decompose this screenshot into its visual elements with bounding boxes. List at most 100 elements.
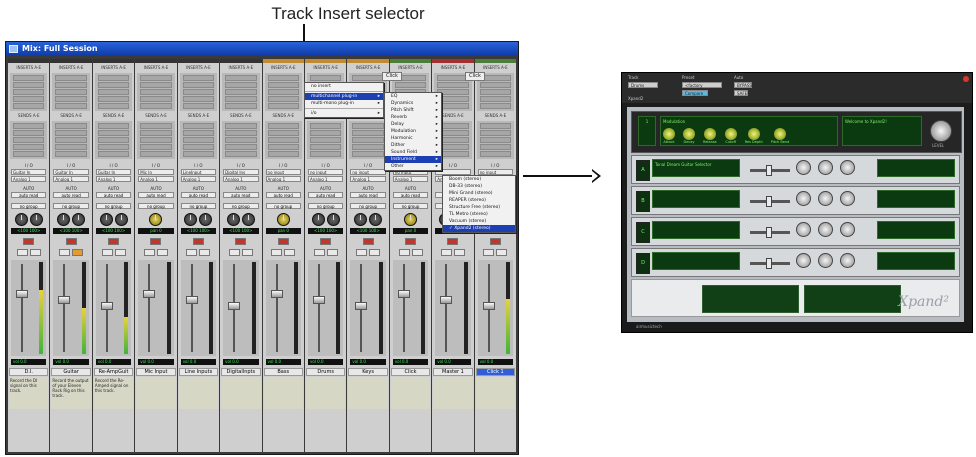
solo-button[interactable] <box>143 249 155 256</box>
track-comment[interactable] <box>433 377 473 409</box>
menu-item-harmonic[interactable]: Harmonic ▸ <box>385 135 441 142</box>
insert-slot[interactable] <box>267 103 299 109</box>
group-selector[interactable]: no group <box>307 203 344 209</box>
menu-item-dynamics[interactable]: Dynamics ▸ <box>385 100 441 107</box>
automation-mode[interactable]: auto read <box>223 192 259 198</box>
send-slot[interactable] <box>267 144 299 150</box>
insert-slot[interactable] <box>55 89 87 95</box>
track-comment[interactable]: Record the DI signal on this track. <box>9 377 49 409</box>
instrument-item[interactable]: Structure Free (stereo) <box>443 204 515 211</box>
insert-slot[interactable] <box>55 103 87 109</box>
group-selector[interactable]: no group <box>180 203 217 209</box>
instrument-item[interactable]: REAPER (stereo) <box>443 197 515 204</box>
send-slot[interactable] <box>225 130 257 136</box>
send-slot[interactable] <box>267 137 299 143</box>
send-slot[interactable] <box>13 151 45 157</box>
rev-knob[interactable] <box>796 191 811 206</box>
track-name[interactable]: DigitalInpts <box>221 368 261 376</box>
record-button[interactable] <box>320 238 332 245</box>
send-slot[interactable] <box>55 130 87 136</box>
send-slot[interactable] <box>182 123 215 129</box>
automation-mode[interactable]: auto read <box>307 192 344 198</box>
send-slot[interactable] <box>97 123 130 129</box>
track-name[interactable]: Click <box>390 368 431 376</box>
pan-knob[interactable] <box>276 213 290 226</box>
menu-item-delay[interactable]: Delay ▸ <box>385 121 441 128</box>
send-slot[interactable] <box>267 130 299 136</box>
send-slot[interactable] <box>182 144 215 150</box>
menu-item-reverb[interactable]: Reverb ▸ <box>385 114 441 121</box>
mod-knob[interactable]: Cutoff <box>724 128 737 144</box>
send-slot[interactable] <box>225 144 257 150</box>
insert-slot[interactable] <box>225 82 257 88</box>
send-slot[interactable] <box>140 137 172 143</box>
track-name[interactable]: Re-AmpGuit <box>93 368 134 376</box>
insert-slot[interactable] <box>267 96 299 102</box>
safe-button[interactable]: SAFE <box>734 90 748 96</box>
part-badge[interactable]: D <box>636 253 650 274</box>
track-comment[interactable] <box>178 377 219 409</box>
automation-mode[interactable]: auto read <box>392 192 429 198</box>
volume-fader[interactable] <box>270 290 283 298</box>
insert-slot[interactable] <box>55 82 87 88</box>
send-slot[interactable] <box>309 137 342 143</box>
mute-button[interactable] <box>326 249 338 256</box>
track-comment[interactable]: Record the output of your Eleven Rack Ri… <box>51 377 91 409</box>
bypass-button[interactable]: BYPASS <box>734 82 752 88</box>
track-name[interactable]: Keys <box>348 368 388 376</box>
delay-knob[interactable] <box>818 222 833 237</box>
automation-mode[interactable]: auto read <box>265 192 301 198</box>
pan-left-knob[interactable] <box>57 213 71 226</box>
part-level-slider[interactable] <box>750 258 790 269</box>
instrument-item[interactable]: Boom (stereo) <box>443 176 515 183</box>
mute-button[interactable] <box>114 249 126 256</box>
input-selector[interactable]: no input <box>265 169 301 175</box>
send-slot[interactable] <box>479 137 512 143</box>
record-button[interactable] <box>150 238 162 245</box>
group-selector[interactable]: no group <box>138 203 174 209</box>
insert-menu[interactable]: no insert multichannel plug-in ▸ multi-mo… <box>304 82 384 118</box>
menu-item-modulation[interactable]: Modulation ▸ <box>385 128 441 135</box>
track-comment[interactable] <box>263 377 303 409</box>
send-slot[interactable] <box>352 151 384 157</box>
instrument-item[interactable]: Mini Grand (stereo) <box>443 190 515 197</box>
track-name[interactable]: D.I. <box>9 368 49 376</box>
automation-mode[interactable]: auto read <box>11 192 47 198</box>
solo-button[interactable] <box>313 249 325 256</box>
delay-knob[interactable] <box>818 253 833 268</box>
part-settings-display[interactable] <box>877 159 955 177</box>
mute-button[interactable] <box>411 249 423 256</box>
pan-right-knob[interactable] <box>114 213 128 226</box>
mute-button[interactable] <box>369 249 381 256</box>
insert-slot[interactable] <box>13 82 45 88</box>
send-slot[interactable] <box>140 123 172 129</box>
pan-knob[interactable] <box>404 213 417 226</box>
instrument-item[interactable]: Vacuum (stereo) <box>443 218 515 225</box>
compare-button[interactable]: Compare <box>682 90 708 96</box>
insert-slot[interactable] <box>140 89 172 95</box>
solo-button[interactable] <box>483 249 495 256</box>
insert-slot[interactable] <box>97 75 130 81</box>
pan-left-knob[interactable] <box>99 213 113 226</box>
send-slot[interactable] <box>13 137 45 143</box>
solo-button[interactable] <box>101 249 113 256</box>
pan-right-knob[interactable] <box>369 213 383 226</box>
pan-left-knob[interactable] <box>226 213 240 226</box>
track-comment[interactable] <box>475 377 516 409</box>
insert-slot[interactable] <box>97 96 130 102</box>
level-knob[interactable] <box>930 120 952 142</box>
volume-fader[interactable] <box>185 296 198 304</box>
volume-fader[interactable] <box>440 296 453 304</box>
insert-slot[interactable] <box>352 75 384 81</box>
output-selector[interactable]: Analog 1 <box>138 176 174 182</box>
track-name[interactable]: Mic Input <box>136 368 176 376</box>
automation-mode[interactable]: auto read <box>138 192 174 198</box>
delay-knob[interactable] <box>818 160 833 175</box>
input-selector[interactable]: Guitar In <box>53 169 89 175</box>
close-icon[interactable] <box>963 76 969 82</box>
category-menu[interactable]: EQ ▸ Dynamics ▸ Pitch Shift ▸ Reverb ▸ Delay ▸ Mod… <box>384 92 442 171</box>
record-button[interactable] <box>277 238 289 245</box>
solo-button[interactable] <box>271 249 283 256</box>
output-selector[interactable]: Analog 1 <box>265 176 301 182</box>
part-level-slider[interactable] <box>750 196 790 207</box>
